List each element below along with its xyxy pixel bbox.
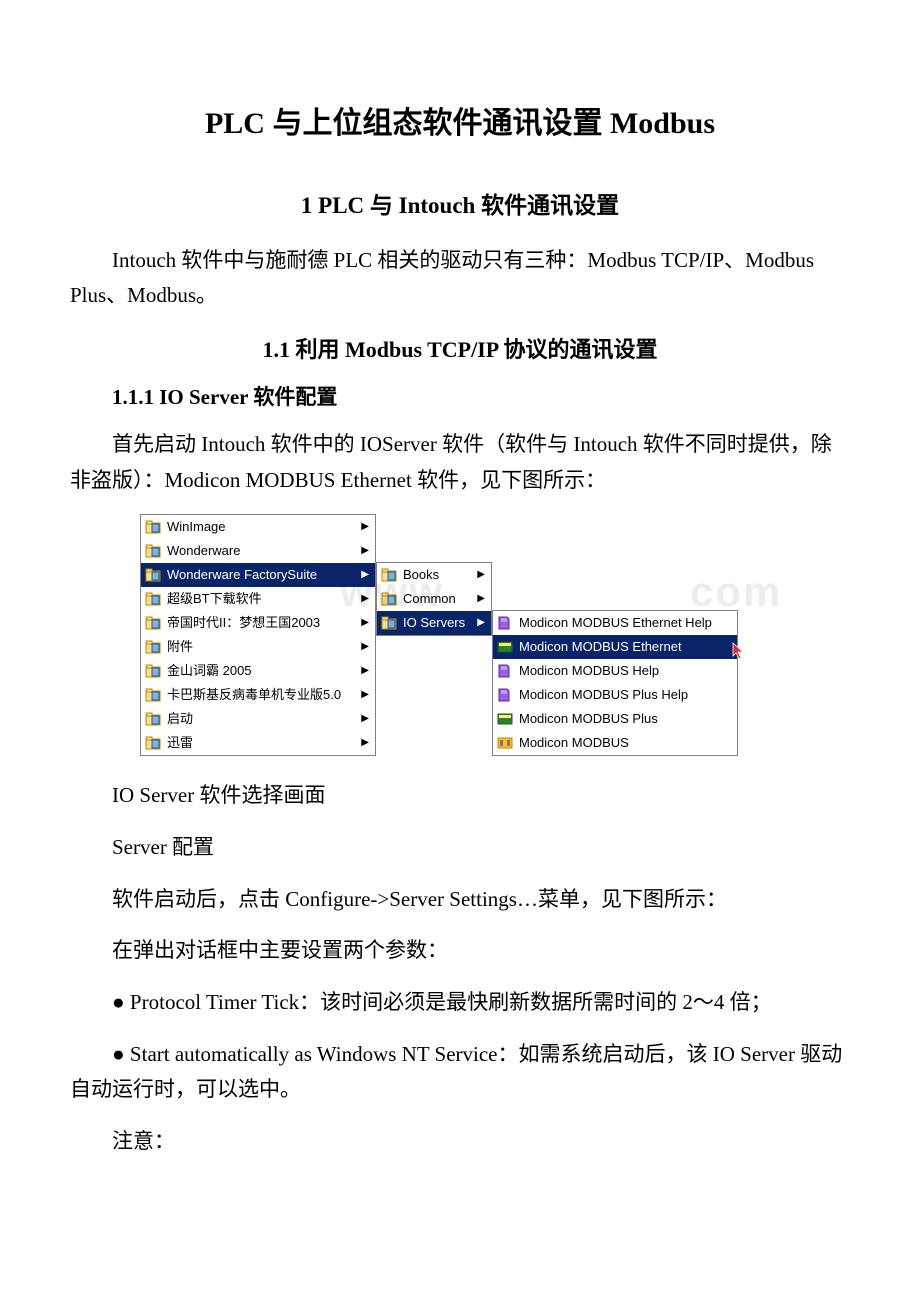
- menu-item-label: Modicon MODBUS Plus Help: [519, 685, 688, 706]
- section-1-heading: 1 PLC 与 Intouch 软件通讯设置: [70, 188, 850, 225]
- paragraph-note: 注意：: [70, 1124, 850, 1160]
- menu-item-books[interactable]: Books ▶: [377, 563, 491, 587]
- menu-item-modbus-plus-help[interactable]: Modicon MODBUS Plus Help: [493, 683, 737, 707]
- folder-icon: [145, 687, 161, 703]
- folder-icon: [381, 567, 397, 583]
- menu-item-modbus-ethernet-help[interactable]: Modicon MODBUS Ethernet Help: [493, 611, 737, 635]
- bullet-nt-service: ● Start automatically as Windows NT Serv…: [70, 1037, 850, 1108]
- chevron-right-icon: ▶: [361, 711, 369, 727]
- folder-icon: [145, 615, 161, 631]
- chevron-right-icon: ▶: [361, 543, 369, 559]
- folder-icon: [145, 519, 161, 535]
- folder-icon: [381, 591, 397, 607]
- chevron-right-icon: ▶: [477, 615, 485, 631]
- paragraph-two-params: 在弹出对话框中主要设置两个参数：: [70, 933, 850, 969]
- chevron-right-icon: ▶: [361, 639, 369, 655]
- bullet-timer-tick: ● Protocol Timer Tick：该时间必须是最快刷新数据所需时间的 …: [70, 985, 850, 1021]
- menu-item-startup[interactable]: 启动 ▶: [141, 707, 375, 731]
- folder-icon: [145, 543, 161, 559]
- menu-column-2: Books ▶ Common ▶ IO Servers ▶: [376, 562, 492, 636]
- menu-item-label: IO Servers: [403, 613, 465, 634]
- menu-item-kaspersky[interactable]: 卡巴斯基反病毒单机专业版5.0 ▶: [141, 683, 375, 707]
- menu-column-1: WinImage ▶ Wonderware ▶ Wonderware Facto…: [140, 514, 376, 756]
- menu-screenshot: www com WinImage ▶ Wonderware ▶ Wonderwa…: [140, 514, 780, 766]
- menu-item-label: Modicon MODBUS Plus: [519, 709, 658, 730]
- chevron-right-icon: ▶: [477, 567, 485, 583]
- folder-icon: [145, 567, 161, 583]
- app-yellow-icon: [497, 735, 513, 751]
- paragraph-ioserver: 首先启动 Intouch 软件中的 IOServer 软件（软件与 Intouc…: [70, 427, 850, 498]
- chevron-right-icon: ▶: [361, 519, 369, 535]
- chevron-right-icon: ▶: [361, 615, 369, 631]
- menu-item-modbus-plus[interactable]: Modicon MODBUS Plus: [493, 707, 737, 731]
- page-title: PLC 与上位组态软件通讯设置 Modbus: [70, 100, 850, 148]
- menu-item-modbus-help[interactable]: Modicon MODBUS Help: [493, 659, 737, 683]
- menu-item-label: 帝国时代II：梦想王国2003: [167, 613, 320, 634]
- menu-item-label: Wonderware: [167, 541, 240, 562]
- menu-item-winimage[interactable]: WinImage ▶: [141, 515, 375, 539]
- menu-item-label: 附件: [167, 637, 193, 658]
- chevron-right-icon: ▶: [361, 567, 369, 583]
- help-book-icon: [497, 615, 513, 631]
- menu-item-accessories[interactable]: 附件 ▶: [141, 635, 375, 659]
- menu-item-label: Common: [403, 589, 456, 610]
- menu-item-modbus-ethernet[interactable]: Modicon MODBUS Ethernet: [493, 635, 737, 659]
- folder-icon: [145, 591, 161, 607]
- chevron-right-icon: ▶: [477, 591, 485, 607]
- menu-item-common[interactable]: Common ▶: [377, 587, 491, 611]
- menu-item-xunlei[interactable]: 迅雷 ▶: [141, 731, 375, 755]
- app-icon: [497, 639, 513, 655]
- section-1-1-1-heading: 1.1.1 IO Server 软件配置: [70, 381, 850, 415]
- chevron-right-icon: ▶: [361, 663, 369, 679]
- menu-item-label: Wonderware FactorySuite: [167, 565, 317, 586]
- menu-item-label: 迅雷: [167, 733, 193, 754]
- paragraph-configure-menu: 软件启动后，点击 Configure->Server Settings…菜单，见…: [70, 882, 850, 918]
- app-icon: [497, 711, 513, 727]
- folder-icon: [145, 735, 161, 751]
- menu-item-label: Modicon MODBUS Help: [519, 661, 659, 682]
- menu-column-3: Modicon MODBUS Ethernet Help Modicon MOD…: [492, 610, 738, 756]
- menu-item-label: Modicon MODBUS Ethernet Help: [519, 613, 712, 634]
- menu-item-io-servers[interactable]: IO Servers ▶: [377, 611, 491, 635]
- menu-item-modbus[interactable]: Modicon MODBUS: [493, 731, 737, 755]
- menu-item-label: 金山词霸 2005: [167, 661, 252, 682]
- menu-item-bt[interactable]: 超级BT下载软件 ▶: [141, 587, 375, 611]
- menu-item-label: 超级BT下载软件: [167, 589, 262, 610]
- menu-item-wonderware-factorysuite[interactable]: Wonderware FactorySuite ▶: [141, 563, 375, 587]
- chevron-right-icon: ▶: [361, 591, 369, 607]
- menu-item-empire[interactable]: 帝国时代II：梦想王国2003 ▶: [141, 611, 375, 635]
- folder-icon: [381, 615, 397, 631]
- paragraph-intro: Intouch 软件中与施耐德 PLC 相关的驱动只有三种：Modbus TCP…: [70, 243, 850, 314]
- section-1-1-heading: 1.1 利用 Modbus TCP/IP 协议的通讯设置: [70, 332, 850, 367]
- menu-item-label: WinImage: [167, 517, 226, 538]
- folder-icon: [145, 663, 161, 679]
- help-book-icon: [497, 687, 513, 703]
- menu-item-label: Books: [403, 565, 439, 586]
- chevron-right-icon: ▶: [361, 687, 369, 703]
- menu-item-label: 启动: [167, 709, 193, 730]
- cursor-icon: [732, 642, 746, 660]
- menu-item-wonderware[interactable]: Wonderware ▶: [141, 539, 375, 563]
- menu-item-label: Modicon MODBUS: [519, 733, 629, 754]
- help-book-icon: [497, 663, 513, 679]
- folder-icon: [145, 639, 161, 655]
- caption-ioserver: IO Server 软件选择画面: [70, 778, 850, 814]
- chevron-right-icon: ▶: [361, 735, 369, 751]
- menu-item-kingsoft[interactable]: 金山词霸 2005 ▶: [141, 659, 375, 683]
- caption-server-config: Server 配置: [70, 830, 850, 866]
- menu-item-label: Modicon MODBUS Ethernet: [519, 637, 682, 658]
- folder-icon: [145, 711, 161, 727]
- menu-item-label: 卡巴斯基反病毒单机专业版5.0: [167, 685, 341, 706]
